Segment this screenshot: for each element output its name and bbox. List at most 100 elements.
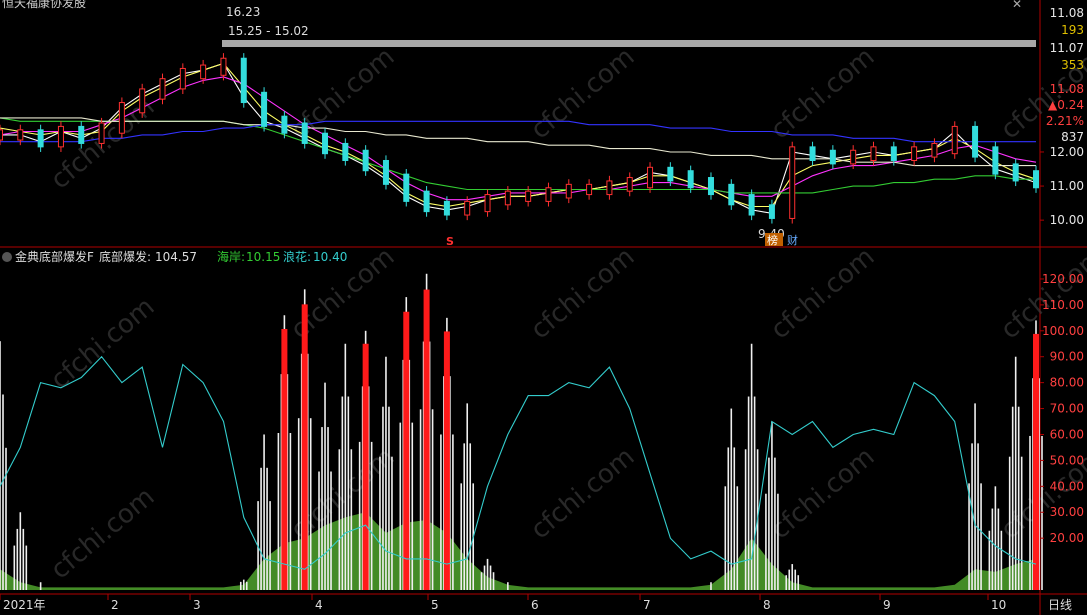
watermark-text: cfchi.com [525,442,640,545]
indicator-bars [0,273,1043,590]
candle-body [139,88,146,114]
indicator-bar [431,409,434,590]
indicator-axis-tick: 80.00 [1050,376,1084,390]
candle-body [301,122,308,144]
indicator-bar [1008,456,1011,590]
indicator-bar [13,545,16,590]
collapse-icon[interactable] [2,252,12,262]
candle-body [1033,170,1039,189]
indicator-bar [794,569,797,590]
price-grid: 12.00 11.00 10.00 [1040,145,1084,227]
indicator-bar [1020,456,1023,590]
indicator-bar [358,441,361,590]
indicator-axis-tick: 90.00 [1050,350,1084,364]
high-price-label: 16.23 [226,5,260,19]
indicator-name[interactable]: 金典底部爆发F [15,249,94,264]
indicator-bar [744,449,747,590]
indicator-bar [289,432,292,590]
indicator-bar [460,483,463,590]
indicator-bar [25,545,28,590]
indicator-bar [321,427,323,590]
candle-body [1012,163,1019,182]
indicator-bar [379,456,381,590]
candle-body [37,129,44,148]
indicator-bar [483,565,486,590]
watermark-text: cfchi.com [45,292,160,395]
langhua-line [0,355,1037,570]
candle-body [382,159,389,185]
indicator-bar [1041,435,1043,590]
candle-body [342,142,349,161]
window-title: 恒天福康协发股 [2,0,86,10]
candle-body [464,200,471,216]
price-axis-tick: 12.00 [1050,145,1084,159]
indicator-bar [768,457,770,590]
candle-body [829,149,836,165]
last-price: 11.08 [1050,82,1084,96]
indicator-bar [440,434,442,590]
indicator-bar [341,396,344,590]
indicator-bar [1011,406,1014,590]
indicator-bar [399,422,402,590]
candle-body [931,142,938,158]
haian-label: 海岸: [217,249,245,264]
finance-badge[interactable]: 财 [787,233,798,247]
candle-body [626,177,633,192]
stock-chart: cfchi.com cfchi.com cfchi.com cfchi.com … [0,0,1087,615]
indicator-bar [788,569,791,590]
candle-body [951,125,958,155]
indicator-bar [785,575,788,590]
time-axis: 2021年 2 3 4 5 6 7 8 9 10 [0,594,1006,612]
indicator-bar [710,582,712,590]
period-label[interactable]: 日线 [1048,598,1072,612]
indicator-bar [39,582,42,590]
indicator-bar [480,572,483,590]
indicator-bar [370,441,373,590]
candle-body [545,187,552,202]
indicator-bar [385,356,387,590]
candle-body [606,180,613,196]
indicator-bar [797,575,800,590]
candle-body [57,125,64,148]
price-2: 11.07 [1050,41,1084,55]
candle-body [159,78,166,100]
time-axis-label: 5 [431,598,439,612]
indicator-bar [771,421,773,590]
candle-body [687,170,694,189]
candle-body [0,129,3,141]
indicator-bar [2,394,4,590]
candle-body [179,67,186,90]
resistance-band [222,40,1036,47]
indicator-bar [492,572,495,590]
indicator-bar [239,581,242,590]
candle-body [870,146,877,161]
candle-body [403,173,410,202]
indicator-axis-tick: 50.00 [1050,453,1084,467]
langhua-value: 10.40 [313,250,347,264]
indicator-bar [330,471,332,590]
price-change: ▲0.24 [1048,98,1084,112]
indicator-bar [977,443,979,590]
time-axis-label: 9 [883,598,891,612]
volume-1: 193 [1061,23,1084,37]
candle-body [220,57,227,76]
signal-bar [281,328,288,590]
candle-body [322,132,329,155]
indicator-bar [747,396,750,590]
indicator-bar [318,471,320,590]
indicator-bar [245,581,248,590]
time-axis-label: 7 [643,598,651,612]
candle-body [504,190,511,206]
indicator-bar [733,447,736,590]
indicator-bar [452,434,454,590]
indicator-bar [350,449,353,590]
indicator-bar [997,508,1000,590]
candle-body [911,146,918,161]
indicator-bar [297,418,300,590]
candle-body [362,149,369,172]
close-icon[interactable]: ✕ [1012,0,1022,11]
indicator-axis-tick: 70.00 [1050,402,1084,416]
indicator-bar [774,457,776,590]
rank-badge[interactable]: 榜 [767,233,778,247]
indicator-bar [277,432,280,590]
